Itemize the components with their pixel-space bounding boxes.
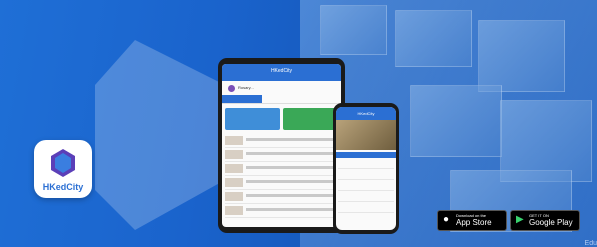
collage-photo: [395, 10, 472, 67]
phone-mockup: HKedCity: [333, 103, 399, 234]
app-promo-banner: HKedCity HKedCity Rosary... HKedCity ● D…: [0, 0, 597, 247]
tablet-screen: HKedCity Rosary...: [222, 64, 341, 227]
list-item: [338, 193, 394, 202]
google-play-big-text: Google Play: [529, 218, 573, 227]
feature-card-green: [283, 108, 338, 130]
app-icon: HKedCity: [34, 140, 92, 198]
tab-1: [222, 95, 262, 103]
tab-2: [262, 95, 302, 103]
collage-photo: [478, 20, 565, 92]
list-item: [225, 206, 338, 218]
tablet-tabs: [222, 95, 341, 104]
phone-header-title: HKedCity: [357, 111, 375, 116]
list-item: [225, 150, 338, 162]
collage-photo: [320, 5, 387, 55]
tab-3: [301, 95, 341, 103]
tablet-mockup: HKedCity Rosary...: [218, 58, 345, 233]
list-item: [338, 171, 394, 180]
app-logo-text: HKedCity: [42, 182, 84, 192]
tablet-header: HKedCity: [222, 64, 341, 81]
feature-card-blue: [225, 108, 280, 130]
phone-tabs: [336, 152, 396, 158]
collage-photo: [410, 85, 502, 157]
watermark-text: Edu: [584, 240, 597, 247]
hkedcity-logo-icon: [51, 149, 75, 177]
list-item: [338, 182, 394, 191]
tablet-user-name: Rosary...: [238, 85, 254, 90]
phone-header: HKedCity: [336, 107, 396, 120]
google-play-button[interactable]: ▶ GET IT ON Google Play: [510, 210, 580, 231]
tablet-user-row: Rosary...: [222, 81, 341, 95]
tablet-feature-cards: [222, 104, 341, 134]
phone-screen: HKedCity: [336, 107, 396, 230]
list-item: [225, 178, 338, 190]
list-item: [338, 160, 394, 169]
list-item: [225, 192, 338, 204]
list-item: [225, 164, 338, 176]
list-item: [225, 136, 338, 148]
play-icon: ▶: [516, 214, 524, 225]
list-item: [338, 204, 394, 213]
app-store-big-text: App Store: [456, 218, 492, 227]
avatar: [228, 85, 235, 92]
phone-video-thumbnail: [336, 120, 396, 150]
tablet-header-title: HKedCity: [270, 68, 293, 74]
app-store-button[interactable]: ● Download on the App Store: [437, 210, 507, 231]
apple-icon: ●: [443, 214, 450, 225]
